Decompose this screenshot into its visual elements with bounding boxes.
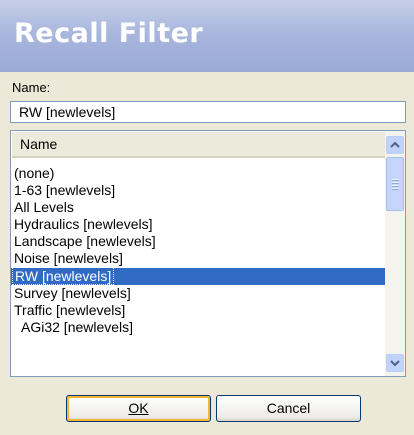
scroll-up-button[interactable] [386,136,404,154]
list-item-selected[interactable]: RW [newlevels] [11,266,385,285]
list-item-label: Survey [newlevels] [14,284,131,301]
list-item[interactable]: Traffic [newlevels] [11,302,385,319]
list-item-label: 1-63 [newlevels] [14,182,116,199]
ok-button-label: OK [128,400,149,416]
list-item-label: Hydraulics [newlevels] [14,216,153,233]
list-item-label: AGi32 [newlevels] [21,318,134,335]
title-bar[interactable]: Recall Filter [0,0,414,72]
list-item[interactable]: Landscape [newlevels] [11,233,385,250]
list-item[interactable]: 1-63 [newlevels] [11,182,385,199]
scroll-up-arrow-icon [390,141,400,148]
recall-filter-dialog: Recall Filter Name: Name (none)1-63 [new… [0,0,414,435]
list-rows: (none) 1-63 [newlevels] All Levels Hydrauli… [11,165,385,336]
list-header: Name [11,131,385,158]
list-item-label: Noise [newlevels] [14,250,123,267]
list-item-label: RW [newlevels] [12,266,115,285]
name-input[interactable] [10,101,406,123]
list-item[interactable]: Survey [newlevels] [11,285,385,302]
scroll-thumb[interactable] [386,157,404,211]
ok-button[interactable]: OK [66,395,211,422]
vertical-scrollbar[interactable] [385,131,405,376]
list-item[interactable]: Noise [newlevels] [11,250,385,267]
cancel-button[interactable]: Cancel [216,395,361,422]
column-header-name[interactable]: Name [11,131,385,158]
list-item-label: Landscape [newlevels] [14,233,156,250]
list-item[interactable]: All Levels [11,199,385,216]
scroll-thumb-grip [392,179,399,191]
list-item-label: All Levels [14,199,74,216]
name-label: Name: [12,80,51,95]
filter-list[interactable]: Name (none) 1-63 [newlevels] All Levels Hyd… [10,130,406,377]
list-item-label: Traffic [newlevels] [14,301,126,318]
dialog-title: Recall Filter [14,18,204,49]
list-item[interactable]: AGi32 [newlevels] [11,319,385,336]
list-item[interactable]: (none) [11,165,385,182]
scroll-down-arrow-icon [390,360,400,367]
scroll-down-button[interactable] [386,354,404,372]
list-item[interactable]: Hydraulics [newlevels] [11,216,385,233]
list-item-label: (none) [14,165,55,181]
